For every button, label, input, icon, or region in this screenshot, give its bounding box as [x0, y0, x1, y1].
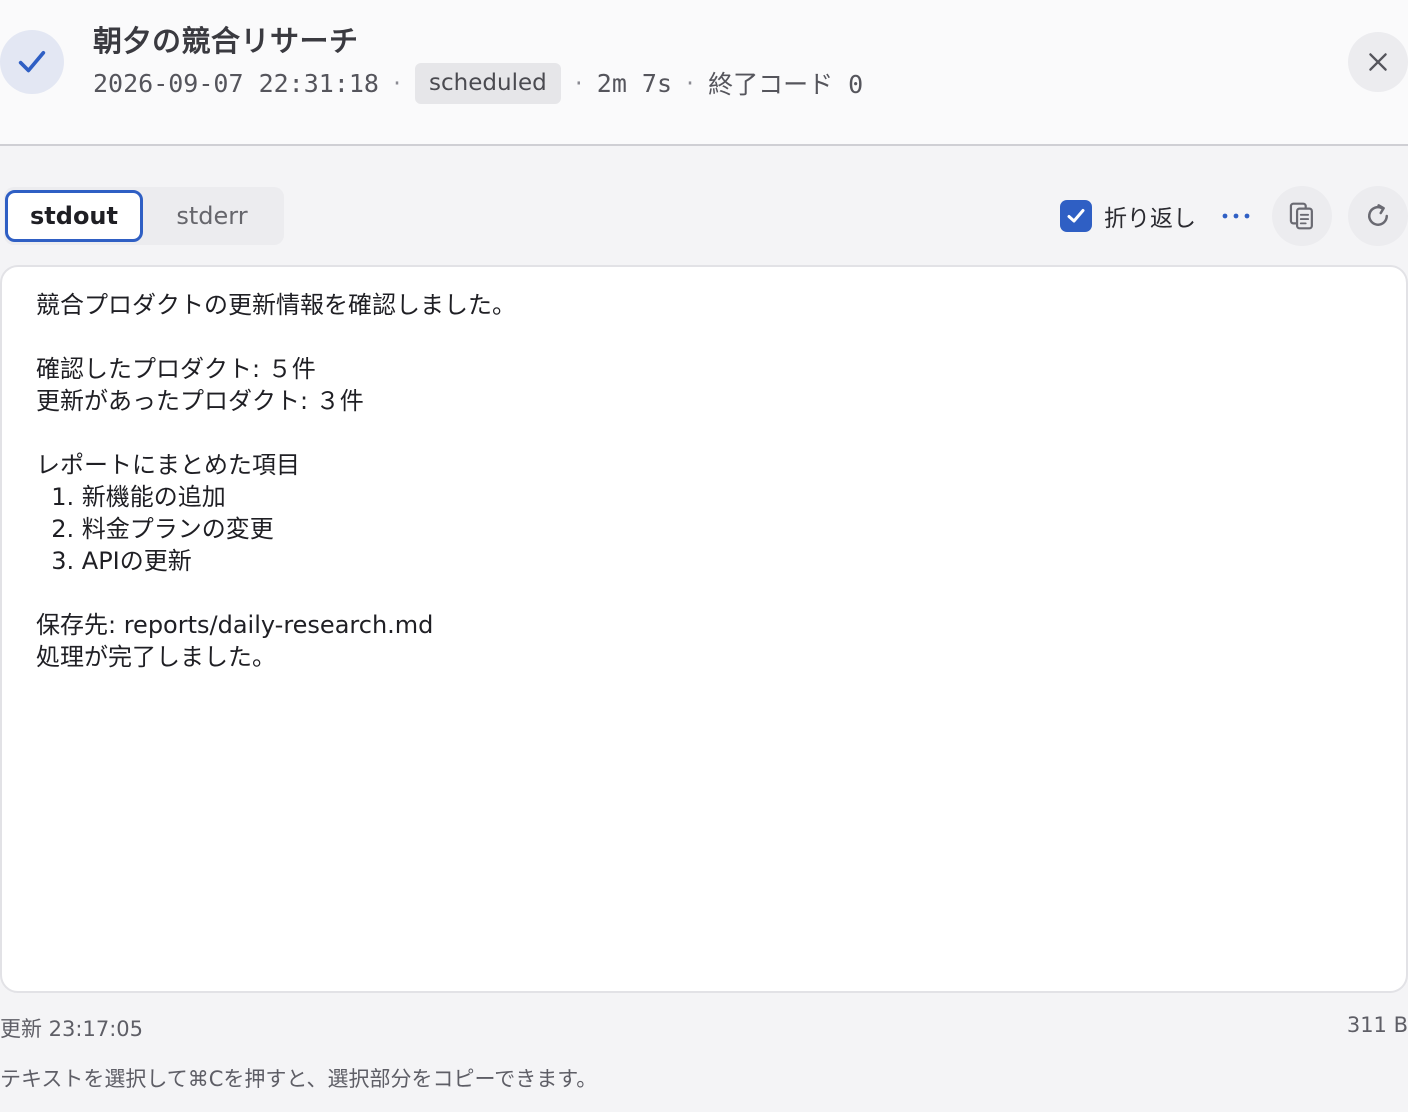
copy-hint: テキストを選択して⌘Cを押すと、選択部分をコピーできます。 [0, 1067, 598, 1091]
run-duration: 2m 7s [596, 68, 673, 98]
status-success-indicator [0, 30, 64, 94]
run-title: 朝夕の競合リサーチ [93, 24, 359, 58]
tab-stdout[interactable]: stdout [5, 190, 143, 242]
run-header: 朝夕の競合リサーチ 2026-09-07 22:31:18 · schedule… [0, 0, 1408, 146]
more-options-button[interactable] [1216, 196, 1256, 236]
copy-icon [1289, 202, 1313, 230]
wrap-label: 折り返し [1104, 206, 1196, 232]
output-log[interactable]: 競合プロダクトの更新情報を確認しました。 確認したプロダクト: ５件 更新があっ… [0, 265, 1408, 993]
exit-code: 終了コード 0 [708, 70, 864, 99]
last-updated: 更新 23:17:05 [0, 1017, 143, 1041]
run-meta: 2026-09-07 22:31:18 · scheduled · 2m 7s … [93, 62, 863, 104]
checkbox-check-icon [1067, 209, 1085, 223]
tab-stderr[interactable]: stderr [143, 190, 281, 242]
close-icon [1369, 53, 1387, 71]
meta-separator: · [572, 71, 585, 95]
meta-separator: · [390, 71, 404, 95]
run-timestamp: 2026-09-07 22:31:18 [93, 68, 379, 98]
output-size: 311 B [1346, 1013, 1408, 1037]
wrap-toggle[interactable]: 折り返し [1060, 199, 1196, 233]
close-button[interactable] [1348, 32, 1408, 92]
more-icon [1222, 213, 1250, 219]
copy-button[interactable] [1272, 186, 1332, 246]
check-icon [18, 50, 46, 73]
trigger-badge: scheduled [415, 62, 561, 104]
refresh-button[interactable] [1348, 186, 1408, 246]
output-stream-tabs: stdout stderr [4, 187, 284, 245]
wrap-checkbox[interactable] [1060, 200, 1092, 232]
meta-separator: · [684, 71, 697, 95]
refresh-icon [1368, 204, 1388, 226]
